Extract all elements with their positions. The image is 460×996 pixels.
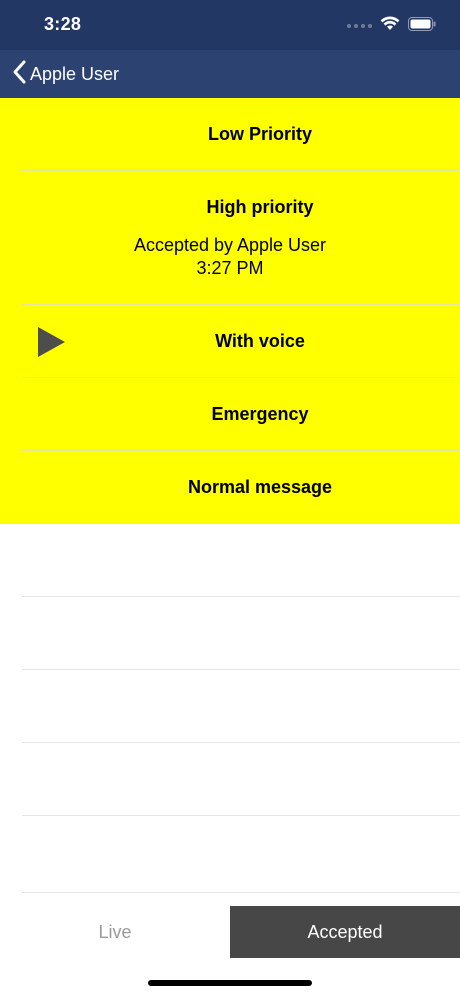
message-title: Normal message <box>187 477 333 497</box>
tab-bar-separator <box>22 892 460 893</box>
tab-live[interactable]: Live <box>0 906 230 958</box>
play-icon[interactable] <box>38 327 66 362</box>
status-time: 3:28 <box>44 14 82 34</box>
empty-row <box>0 670 460 743</box>
cellular-signal-icon <box>347 24 372 28</box>
empty-row <box>0 743 460 816</box>
message-row-high-priority[interactable]: High priority Accepted by Apple User 3:2… <box>0 171 460 305</box>
message-row-normal-message[interactable]: Normal message <box>0 451 460 524</box>
accepted-by-text: Accepted by Apple User 3:27 PM <box>134 234 326 280</box>
status-icons <box>347 16 436 36</box>
message-title: Low Priority <box>207 124 312 144</box>
empty-row <box>0 524 460 597</box>
wifi-icon <box>380 16 400 36</box>
tab-accepted[interactable]: Accepted <box>230 906 460 958</box>
message-title: Emergency <box>211 404 309 424</box>
message-title: High priority <box>206 196 314 217</box>
message-row-low-priority[interactable]: Low Priority <box>0 98 460 171</box>
accepted-time: 3:27 PM <box>196 257 264 278</box>
battery-icon <box>408 16 436 36</box>
message-title: With voice <box>215 331 305 351</box>
message-list: Low Priority High priority Accepted by A… <box>0 98 460 889</box>
message-row-emergency[interactable]: Emergency <box>0 378 460 451</box>
message-row-with-voice[interactable]: With voice <box>0 305 460 378</box>
status-bar: 3:28 <box>0 0 460 50</box>
navigation-bar: Apple User <box>0 50 460 98</box>
back-label: Apple User <box>30 64 120 84</box>
chevron-left-icon <box>12 60 26 89</box>
accepted-by-label: Accepted by Apple User <box>133 234 327 255</box>
home-indicator[interactable] <box>148 980 312 986</box>
empty-row <box>0 597 460 670</box>
back-button[interactable]: Apple User <box>12 60 119 89</box>
empty-row <box>0 816 460 889</box>
